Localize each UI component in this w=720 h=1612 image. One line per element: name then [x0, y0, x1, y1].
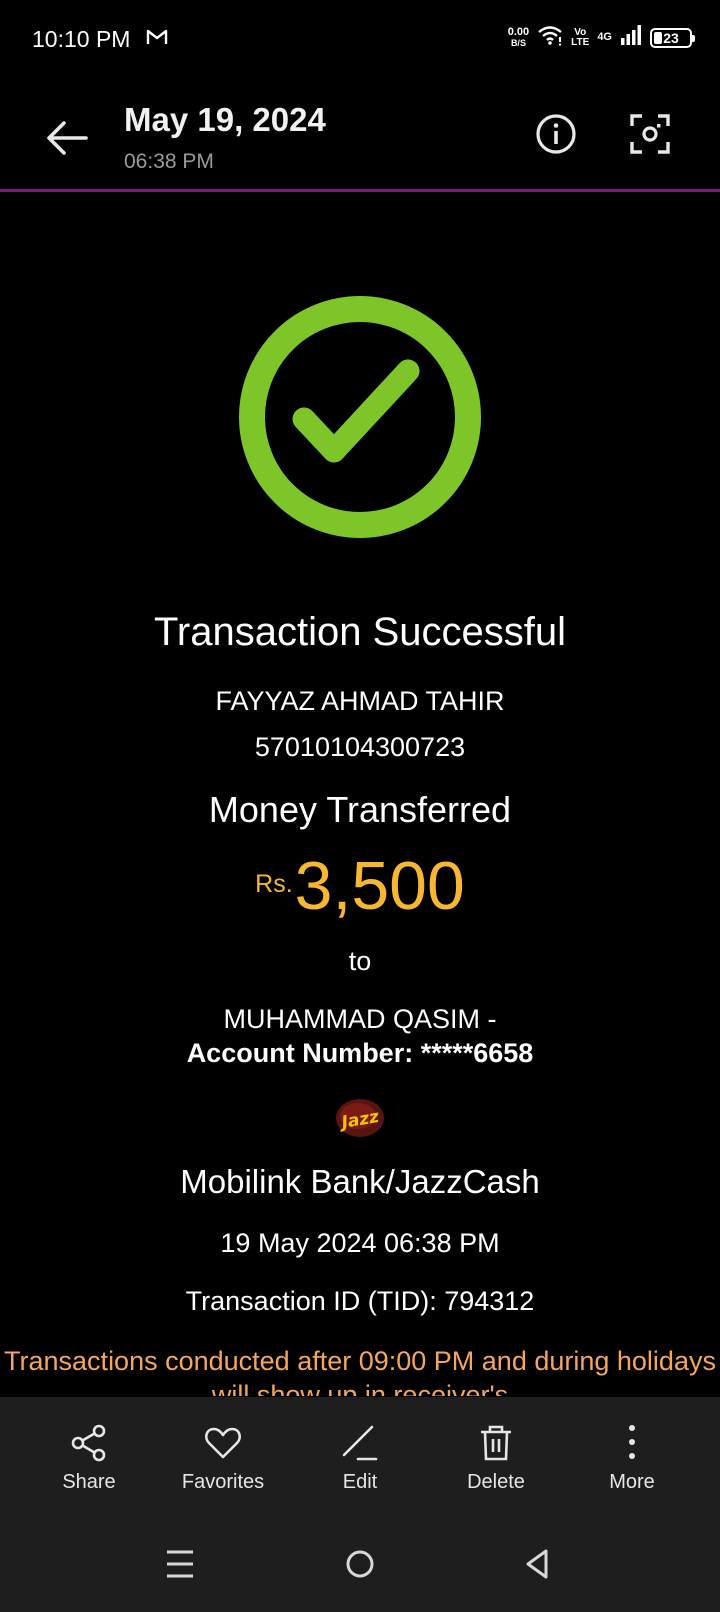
status-time: 10:10 PM: [32, 26, 131, 52]
battery-icon: 23: [650, 27, 695, 48]
volte-indicator: Vo LTE: [571, 26, 590, 48]
battery-level: 23: [663, 29, 679, 46]
battery-fill: [654, 31, 662, 44]
scan-button[interactable]: [626, 110, 674, 158]
back-triangle-icon: [526, 1549, 548, 1579]
nav-back-button[interactable]: [518, 1544, 558, 1584]
success-check-icon: [238, 295, 482, 539]
amount-value: 3,500: [294, 848, 465, 924]
system-nav-bar: [0, 1509, 720, 1612]
more-vertical-icon: [629, 1425, 635, 1459]
heart-icon: [204, 1427, 242, 1459]
receiver-account: Account Number: *****6658: [186, 1038, 534, 1068]
more-label: More: [609, 1471, 655, 1493]
home-button[interactable]: [340, 1544, 380, 1584]
volte-top: Vo: [574, 26, 587, 38]
net-speed: 0.00 B/S: [507, 25, 530, 49]
volte-bottom: LTE: [571, 36, 590, 48]
signal-icon: [620, 24, 642, 51]
bank-name: Mobilink Bank/JazzCash: [180, 1163, 540, 1200]
status-indicators: 0.00 B/S Vo LTE 4G 23: [507, 24, 695, 51]
menu-lines-icon: [167, 1550, 193, 1578]
sender-name: FAYYAZ AHMAD TAHIR: [215, 686, 505, 716]
recents-button[interactable]: [160, 1544, 200, 1584]
net-speed-value: 0.00: [507, 25, 530, 38]
sender-account: 57010104300723: [254, 732, 466, 762]
info-icon: [536, 114, 576, 154]
net-speed-unit: B/S: [510, 37, 526, 48]
amount-currency: Rs.: [255, 870, 293, 898]
transaction-type: Money Transferred: [208, 789, 512, 830]
scan-icon: [630, 114, 670, 154]
app-bar: May 19, 2024 06:38 PM: [0, 80, 720, 192]
share-button[interactable]: Share: [29, 1397, 149, 1509]
share-label: Share: [62, 1471, 116, 1493]
home-circle-icon: [346, 1550, 374, 1578]
transaction-amount: Rs. 3,500: [0, 848, 720, 924]
status-bar: 10:10 PM 0.00 B/S Vo LTE 4G 23: [0, 0, 720, 80]
back-button[interactable]: [40, 110, 96, 166]
wifi-icon: [537, 24, 563, 51]
edit-button[interactable]: Edit: [300, 1397, 420, 1509]
transaction-status: Transaction Successful: [153, 610, 567, 654]
more-button[interactable]: More: [572, 1397, 692, 1509]
favorites-button[interactable]: Favorites: [163, 1397, 283, 1509]
info-button[interactable]: [532, 110, 580, 158]
share-icon: [71, 1424, 106, 1462]
edit-label: Edit: [342, 1471, 378, 1493]
delete-label: Delete: [467, 1471, 525, 1493]
bottom-bar: Share Favorites Edit Delete More: [0, 1397, 720, 1612]
receiver-name: MUHAMMAD QASIM -: [223, 1004, 497, 1034]
favorites-label: Favorites: [181, 1471, 265, 1493]
jazz-logo: Jazz: [334, 1097, 386, 1139]
transaction-id: Transaction ID (TID): 794312: [185, 1286, 535, 1316]
delete-button[interactable]: Delete: [436, 1397, 556, 1509]
edit-pen-icon: [342, 1425, 378, 1461]
page-title: May 19, 2024: [124, 101, 326, 138]
back-arrow-icon: [47, 121, 88, 155]
gmail-icon: [146, 28, 168, 51]
trash-icon: [481, 1425, 511, 1461]
page-subtitle: 06:38 PM: [124, 150, 214, 173]
transaction-datetime: 19 May 2024 06:38 PM: [220, 1228, 500, 1258]
network-type: 4G: [597, 31, 612, 43]
transaction-note: Transactions conducted after 09:00 PM an…: [4, 1346, 716, 1396]
to-label: to: [348, 946, 372, 976]
action-bar: Share Favorites Edit Delete More: [0, 1397, 720, 1509]
